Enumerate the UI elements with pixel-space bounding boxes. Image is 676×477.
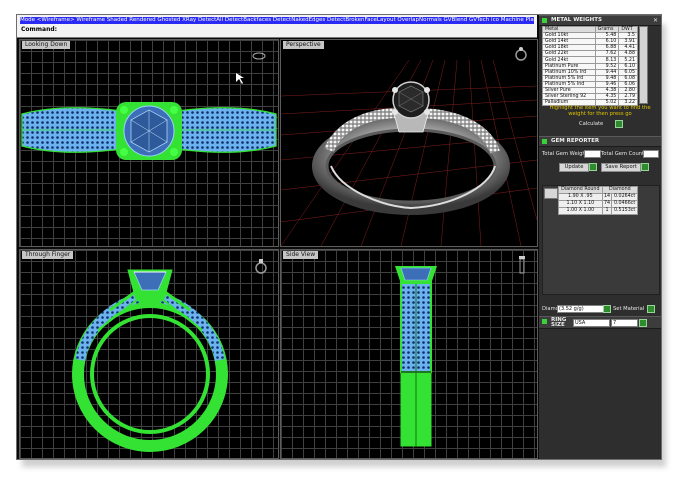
gem-count-cell: 1	[601, 207, 613, 215]
total-gem-count-label: Total Gem Count	[601, 151, 645, 157]
table-scrollbar[interactable]	[639, 26, 648, 104]
viewport-top[interactable]: Looking Down	[19, 39, 279, 247]
total-gem-weight-field[interactable]	[584, 150, 601, 158]
total-gem-count-field[interactable]	[643, 150, 659, 158]
ring-size-select[interactable]: 7	[611, 319, 638, 327]
command-area: Mode <Wireframe> Wireframe Shaded Render…	[17, 15, 537, 38]
set-material-label: Set Material	[613, 306, 645, 312]
gem-size-cell: 1.90 X .95	[558, 193, 603, 201]
gem-thumbnail	[544, 188, 558, 199]
viewport-title: Side View	[283, 251, 319, 259]
column-header: Diamond Round	[558, 186, 603, 194]
display-mode-menu[interactable]: Mode <Wireframe> Wireframe Shaded Render…	[20, 17, 534, 24]
viewport-front[interactable]: Through Finger	[19, 249, 279, 459]
viewport-perspective[interactable]: Perspective	[280, 39, 538, 247]
viewport-side[interactable]: Side View	[280, 249, 538, 459]
gem-weight-cell: 0.0466ct	[611, 200, 638, 208]
panel-icon	[542, 319, 547, 324]
calculate-label: Calculate	[579, 121, 604, 127]
gem-weight-cell: 0.0264ct	[611, 193, 638, 201]
ring-front-wireframe	[72, 269, 228, 452]
diamond-select-toggle[interactable]	[603, 305, 611, 313]
gem-reporter-title: GEM REPORTER	[551, 138, 600, 144]
metal-weights-table[interactable]: Metal Grams DWT Gold 10kt 5.48 3.5 Gold 14k…	[542, 25, 638, 107]
ring-size-apply[interactable]	[639, 319, 647, 327]
total-gem-weight-label: Total Gem Weight	[542, 151, 588, 157]
close-icon[interactable]: ✕	[653, 17, 658, 24]
panel-icon	[542, 139, 547, 144]
metal-weights-title: METAL WEIGHTS	[551, 17, 602, 23]
cad-app-window: Mode <Wireframe> Wireframe Shaded Render…	[16, 14, 662, 460]
gem-count-cell: 74	[601, 200, 613, 208]
viewport-title: Perspective	[283, 41, 324, 49]
gem-table[interactable]: Diamond Round Diamond 1.90 X .95 14 0.0264…	[558, 186, 639, 215]
viewport-title: Looking Down	[22, 41, 71, 49]
gem-size-cell: 1.10 X 1.10	[558, 200, 603, 208]
save-report-toggle[interactable]	[641, 163, 649, 171]
mini-ring-icon	[519, 256, 525, 274]
gem-reporter-header[interactable]: GEM REPORTER	[539, 136, 661, 147]
diamond-select[interactable]: (3.52 g/g)	[557, 305, 604, 313]
weight-hint: Highlight the item you want to find the …	[549, 105, 651, 117]
update-button[interactable]: Update	[559, 163, 589, 172]
gem-weight-cell: 0.5153ct	[611, 207, 638, 215]
table-row[interactable]: 1.10 X 1.10 74 0.0466ct	[558, 200, 638, 208]
table-row[interactable]: 1.00 X 1.00 1 0.5153ct	[558, 207, 638, 215]
plugin-panel: METAL WEIGHTS ✕ Metal Grams DWT Gold 10k…	[539, 15, 661, 459]
gem-count-cell: 14	[601, 193, 613, 201]
set-material-button[interactable]	[647, 305, 655, 313]
gem-size-cell: 1.00 X 1.00	[558, 207, 603, 215]
calculate-button[interactable]	[615, 120, 623, 128]
mini-ring-icon	[252, 52, 266, 60]
ring-side-wireframe	[395, 266, 437, 447]
panel-icon	[542, 18, 547, 23]
column-header: Diamond	[601, 186, 639, 194]
ring-top-wireframe	[21, 73, 277, 160]
update-toggle[interactable]	[589, 163, 597, 171]
metal-weights-header[interactable]: METAL WEIGHTS ✕	[539, 15, 661, 26]
ring-region-select[interactable]: USA	[573, 319, 610, 327]
mini-ring-icon	[515, 47, 527, 61]
viewport-title: Through Finger	[22, 251, 74, 259]
save-report-button[interactable]: Save Report	[601, 163, 641, 172]
command-prompt[interactable]: Command:	[21, 26, 57, 33]
ring-size-title: RING SIZE	[551, 317, 567, 328]
mini-ring-icon	[255, 259, 267, 274]
ring-render	[281, 59, 537, 246]
ring-size-header[interactable]: RING SIZE USA 7	[539, 316, 661, 329]
table-row[interactable]: 1.90 X .95 14 0.0264ct	[558, 193, 638, 201]
